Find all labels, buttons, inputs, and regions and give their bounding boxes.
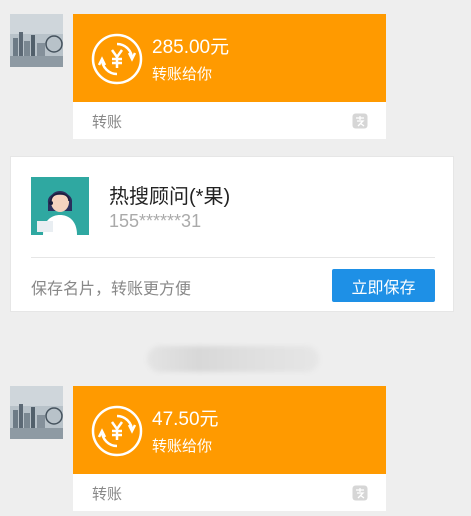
contact-name: 热搜顾问(*果)	[109, 186, 231, 208]
transfer-card-header: 285.00元 转账给你	[73, 14, 386, 102]
transfer-amount: 47.50元	[152, 409, 219, 430]
support-agent-icon	[31, 177, 89, 235]
city-skyline-icon	[10, 14, 63, 67]
transfer-footer-label: 转账	[92, 486, 123, 503]
yuan-transfer-icon	[91, 33, 143, 85]
transfer-amount: 285.00元	[152, 37, 230, 58]
transfer-card-footer: 转账	[73, 102, 386, 139]
sender-avatar[interactable]	[10, 386, 63, 439]
contact-avatar	[31, 177, 89, 235]
transfer-card-header: 47.50元 转账给你	[73, 386, 386, 474]
blurred-timestamp	[147, 346, 319, 372]
transfer-message-card[interactable]: 47.50元 转账给你 转账	[73, 386, 386, 511]
contact-namecard[interactable]: 热搜顾问(*果) 155******31 保存名片，转账更方便 立即保存	[10, 156, 454, 312]
transfer-message-card[interactable]: 285.00元 转账给你 转账	[73, 14, 386, 139]
sender-avatar[interactable]	[10, 14, 63, 67]
save-contact-button[interactable]: 立即保存	[332, 269, 435, 302]
city-skyline-icon	[10, 386, 63, 439]
contact-phone: 155******31	[109, 211, 202, 231]
save-hint-text: 保存名片，转账更方便	[31, 281, 192, 298]
alipay-icon	[352, 113, 368, 129]
transfer-subtitle: 转账给你	[152, 66, 213, 83]
transfer-footer-label: 转账	[92, 114, 123, 131]
alipay-icon	[352, 485, 368, 501]
transfer-card-footer: 转账	[73, 474, 386, 511]
transfer-subtitle: 转账给你	[152, 438, 213, 455]
namecard-divider	[31, 257, 435, 258]
yuan-transfer-icon	[91, 405, 143, 457]
